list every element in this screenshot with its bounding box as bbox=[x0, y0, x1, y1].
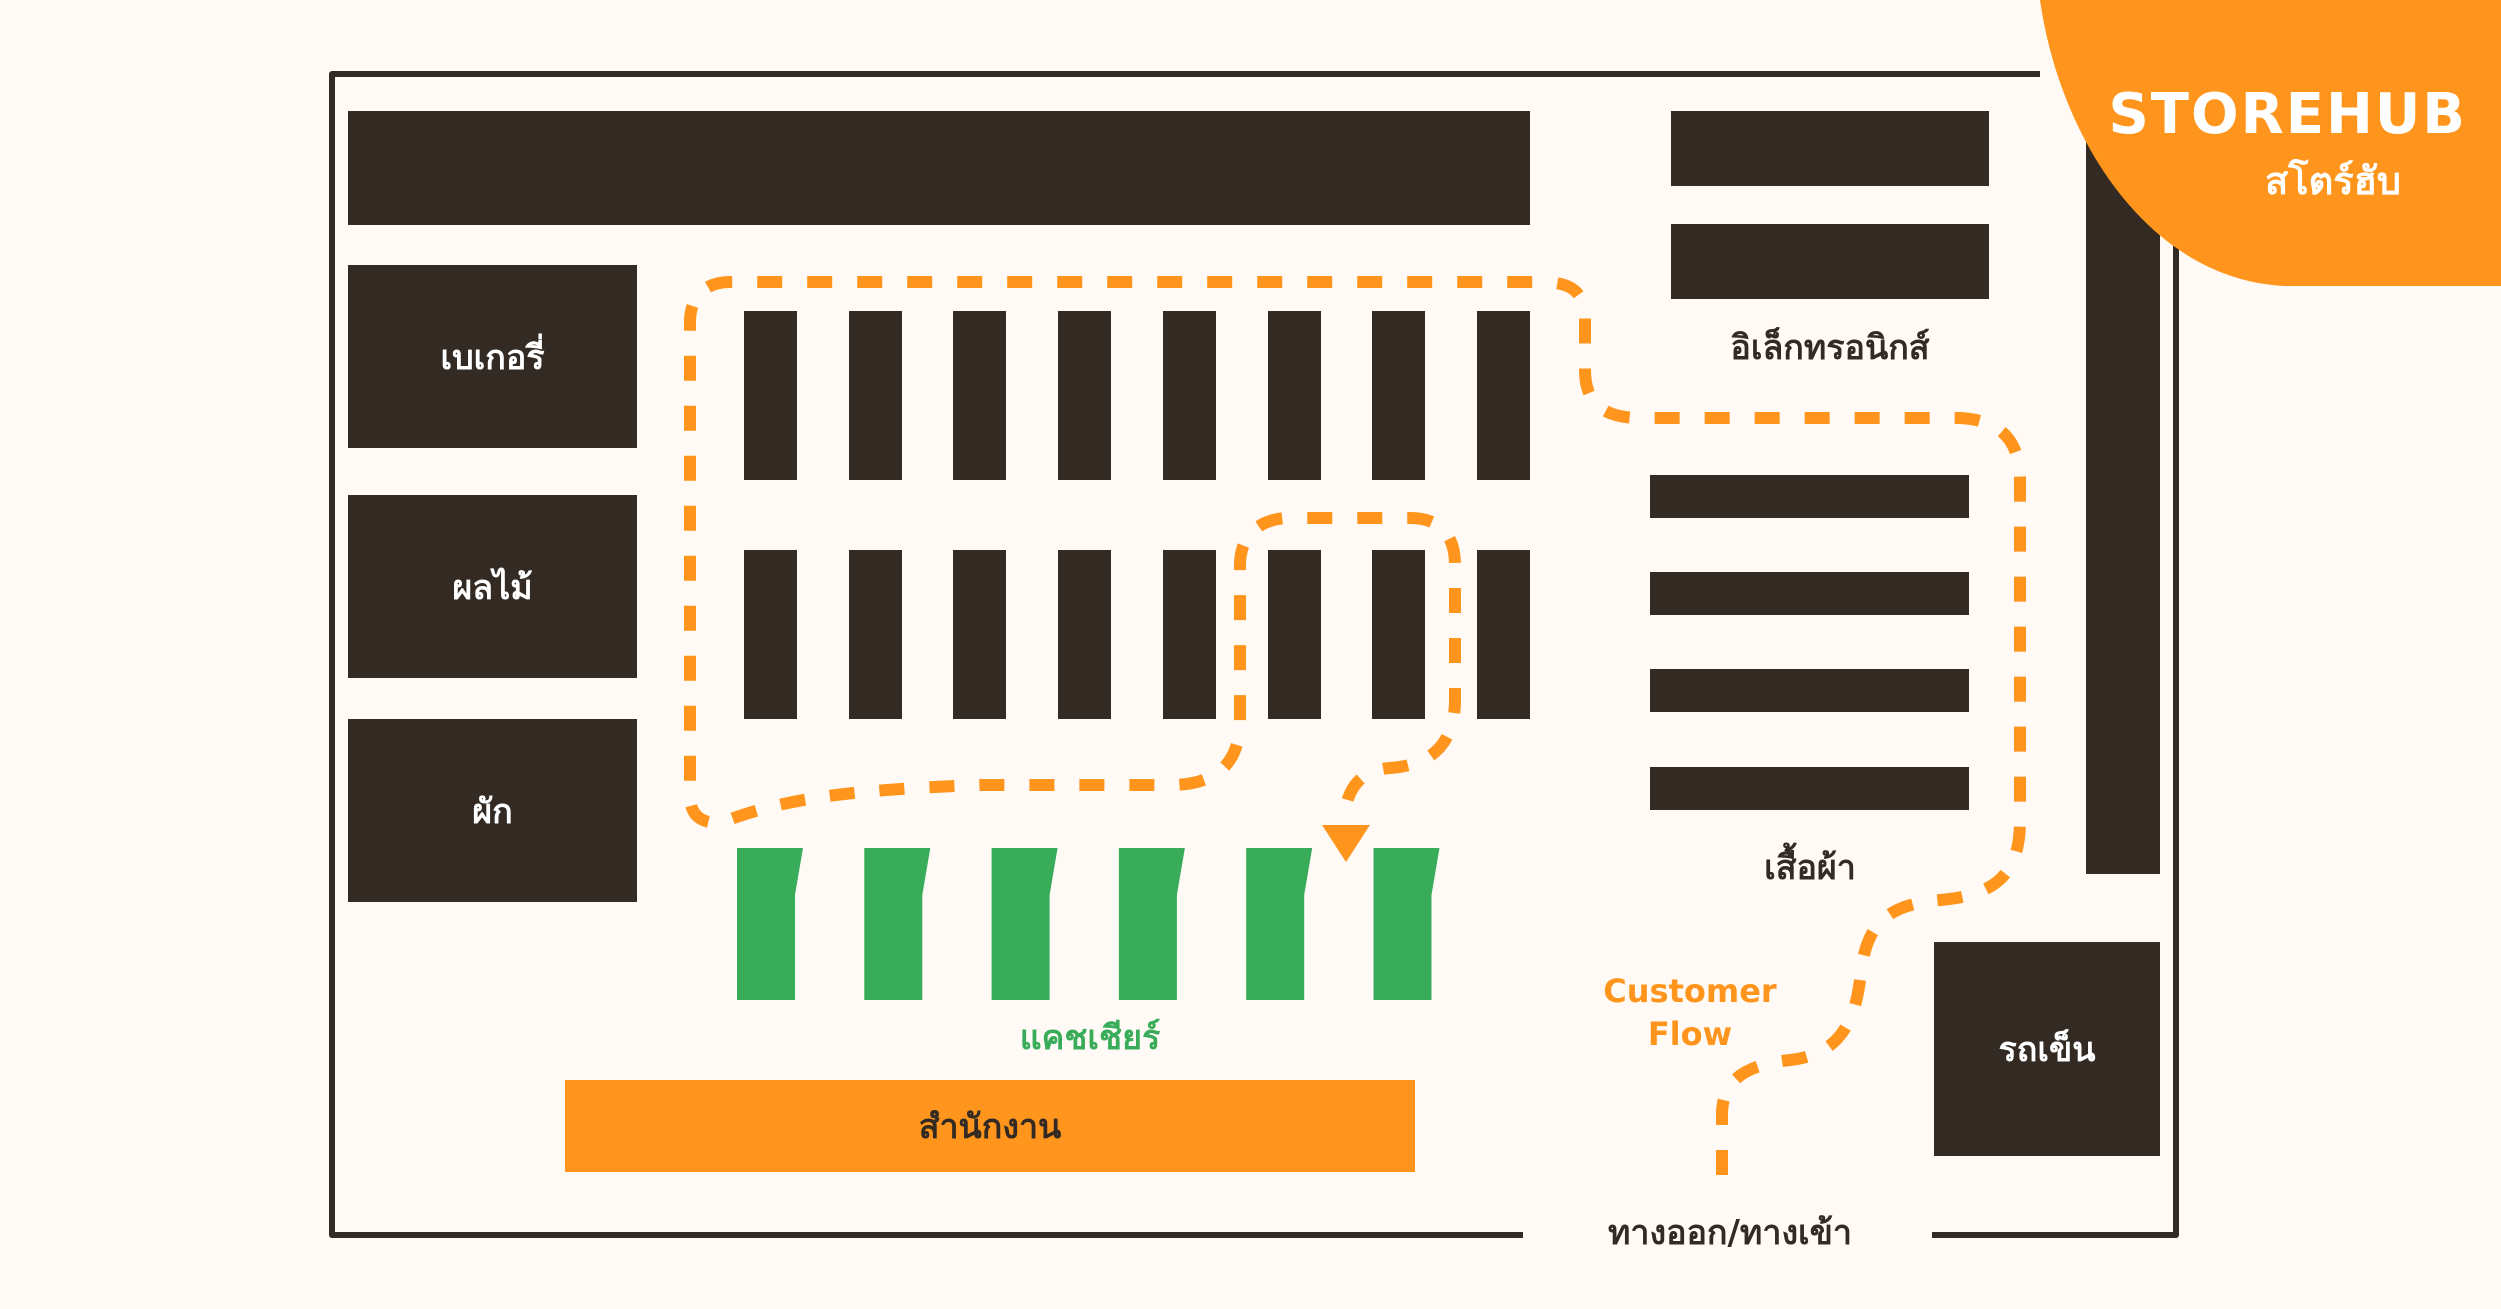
cashier-label: แคชเชียร์ bbox=[1019, 1018, 1161, 1058]
section-carts: รถเข็น bbox=[1934, 942, 2160, 1156]
aisle-shelf bbox=[1162, 311, 1216, 480]
section-vegetables-label: ผัก bbox=[472, 791, 513, 832]
aisle-shelf bbox=[848, 311, 902, 480]
aisle-shelf bbox=[1058, 550, 1112, 719]
aisle-shelf bbox=[1476, 311, 1530, 480]
shelf-top-long bbox=[348, 111, 1530, 225]
section-office-label: สำนักงาน bbox=[918, 1107, 1062, 1147]
aisle-shelf bbox=[1058, 311, 1112, 480]
electronics-shelf bbox=[1671, 224, 1989, 299]
aisle-shelf bbox=[953, 550, 1007, 719]
cashier-counter bbox=[1118, 848, 1185, 1000]
aisle-shelf bbox=[744, 550, 797, 719]
logo-wordmark-thai: สโตร์ฮับ bbox=[2264, 159, 2401, 203]
section-office: สำนักงาน bbox=[565, 1080, 1415, 1172]
section-vegetables: ผัก bbox=[348, 719, 637, 902]
aisle-shelf bbox=[744, 311, 797, 480]
clothing-rack bbox=[1650, 669, 1969, 712]
electronics-shelf bbox=[1671, 111, 1989, 186]
section-bakery-label: เบเกอรี่ bbox=[440, 337, 545, 378]
storehub-logo: STOREHUB สโตร์ฮับ bbox=[2040, 0, 2501, 290]
aisle-shelf bbox=[1372, 550, 1426, 719]
cashier-counter bbox=[737, 848, 803, 1000]
clothing-rack bbox=[1650, 572, 1969, 615]
aisle-shelf bbox=[848, 550, 902, 719]
aisle-shelf bbox=[1267, 311, 1321, 480]
aisle-shelf bbox=[953, 311, 1007, 480]
logo-wordmark: STOREHUB bbox=[2108, 82, 2467, 147]
aisle-shelf bbox=[1162, 550, 1216, 719]
cashier-counter bbox=[991, 848, 1058, 1000]
entrance-label: ทางออก/ทางเข้า bbox=[1607, 1213, 1852, 1253]
clothing-rack bbox=[1650, 767, 1969, 810]
section-bakery: เบเกอรี่ bbox=[348, 265, 637, 448]
customer-flow-label: Customer Flow bbox=[1560, 970, 1820, 1056]
store-layout-diagram: เบเกอรี่ ผลไม้ ผัก แคชเชียร์ สำนักงาน อิ… bbox=[0, 0, 2501, 1309]
section-carts-label: รถเข็น bbox=[1998, 1030, 2096, 1070]
clothing-rack bbox=[1650, 475, 1969, 518]
section-clothing-label: เสื้อผ้า bbox=[1764, 848, 1856, 888]
aisle-shelf bbox=[1372, 311, 1426, 480]
aisle-shelf bbox=[1476, 550, 1530, 719]
cashier-counter bbox=[864, 848, 931, 1000]
section-electronics-label: อิเล็กทรอนิกส์ bbox=[1730, 328, 1930, 368]
section-fruit-label: ผลไม้ bbox=[452, 567, 533, 608]
customer-flow-label-line1: Customer bbox=[1603, 972, 1777, 1010]
cashier-counter bbox=[1246, 848, 1313, 1000]
aisle-shelf bbox=[1267, 550, 1321, 719]
section-fruit: ผลไม้ bbox=[348, 495, 637, 678]
customer-flow-label-line2: Flow bbox=[1647, 1015, 1733, 1053]
flow-arrow-head bbox=[1322, 825, 1370, 862]
cashier-counter bbox=[1373, 848, 1440, 1000]
